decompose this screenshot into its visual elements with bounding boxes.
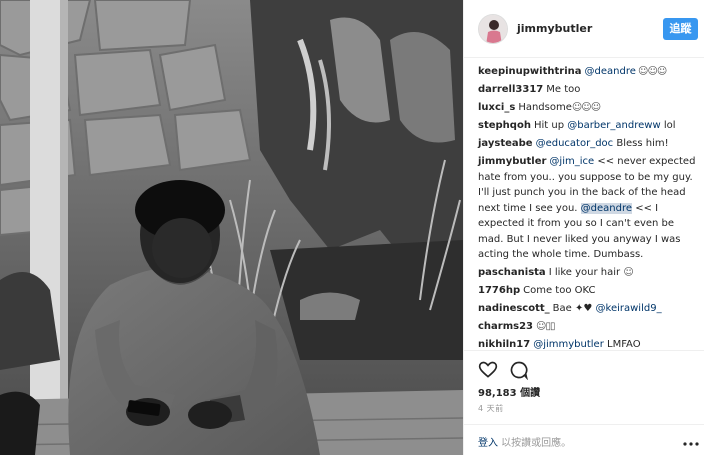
comment-emoji: ☺☺☺ [635, 66, 667, 77]
footer: 登入 以按讚或回應。 [464, 424, 704, 455]
comment-emoji: ☺☺☺ [571, 102, 601, 113]
likes-count[interactable]: 98,183 個讚 [478, 384, 540, 399]
comment-item: luxci_s Handsome☺☺☺ [478, 100, 698, 116]
comment-text: lol [660, 120, 676, 131]
login-rest: 以按讚或回應。 [498, 438, 572, 449]
comment-text: Bless him! [613, 138, 669, 149]
comment-username[interactable]: jimmybutler [478, 156, 546, 167]
comment-item: charms23 ☺▯▯ [478, 319, 698, 335]
comment-list: keepinupwithtrina @deandre ☺☺☺ darrell3317… [478, 64, 698, 355]
comment-item: stephqoh Hit up @barber_andreww lol [478, 118, 698, 134]
more-options-icon[interactable] [683, 437, 699, 446]
comment-username[interactable]: jaysteabe [478, 138, 533, 149]
comment-username[interactable]: charms23 [478, 321, 533, 332]
comment-username[interactable]: stephqoh [478, 120, 531, 131]
login-prompt: 登入 以按讚或回應。 [478, 434, 571, 449]
post-time[interactable]: 4 天前 [478, 403, 504, 414]
comment-username[interactable]: nadinescott_ [478, 303, 550, 314]
comment-item: jimmybutler @jim_ice << never expected ha… [478, 154, 698, 263]
comment-text: Bae ✦♥ [552, 303, 596, 314]
heart-icon[interactable] [478, 360, 498, 380]
avatar-image [479, 15, 507, 43]
comment-item: 1776hp Come too OKC [478, 283, 698, 299]
photo-image [0, 0, 463, 455]
comment-username[interactable]: darrell3317 [478, 84, 543, 95]
comment-item: paschanista I like your hair ☺ [478, 265, 698, 281]
comment-text: Me too [546, 84, 581, 95]
comment-item: keepinupwithtrina @deandre ☺☺☺ [478, 64, 698, 80]
post-header: jimmybutler 追蹤 [464, 0, 704, 58]
comment-username[interactable]: nikhiln17 [478, 339, 530, 350]
comment-username[interactable]: keepinupwithtrina [478, 66, 582, 77]
post-photo [0, 0, 463, 455]
comment-emoji: ☺▯▯ [536, 321, 555, 332]
comment-item: darrell3317 Me too [478, 82, 698, 98]
comment-mention[interactable]: @barber_andreww [567, 120, 660, 131]
header-username[interactable]: jimmybutler [517, 22, 592, 35]
comment-username[interactable]: paschanista [478, 267, 546, 278]
comment-mention[interactable]: @deandre [580, 202, 633, 214]
comment-bubble-icon[interactable] [509, 360, 529, 381]
comment-item: nadinescott_ Bae ✦♥ @keirawild9_ [478, 301, 698, 317]
follow-button[interactable]: 追蹤 [663, 18, 698, 40]
comment-mention[interactable]: @keirawild9_ [596, 303, 662, 314]
login-link[interactable]: 登入 [478, 438, 498, 449]
comment-text: Hit up [533, 120, 568, 131]
comment-username[interactable]: 1776hp [478, 285, 520, 296]
comment-mention[interactable]: @deandre [585, 66, 636, 77]
comment-text: Come too OKC [523, 285, 596, 296]
comment-mention[interactable]: @educator_doc [536, 138, 614, 149]
comment-username[interactable]: luxci_s [478, 102, 515, 113]
avatar[interactable] [478, 14, 508, 44]
comment-mention[interactable]: @jimmybutler [533, 339, 604, 350]
comment-item: jaysteabe @educator_doc Bless him! [478, 136, 698, 152]
comment-text: Handsome [518, 102, 572, 113]
comment-mention[interactable]: @jim_ice [549, 156, 594, 167]
comment-emoji: ☺ [623, 267, 633, 278]
comment-text: LMFAO [603, 339, 641, 350]
post-sidebar: jimmybutler 追蹤 keepinupwithtrina @deandre… [463, 0, 704, 455]
comment-text: I like your hair [548, 267, 624, 278]
